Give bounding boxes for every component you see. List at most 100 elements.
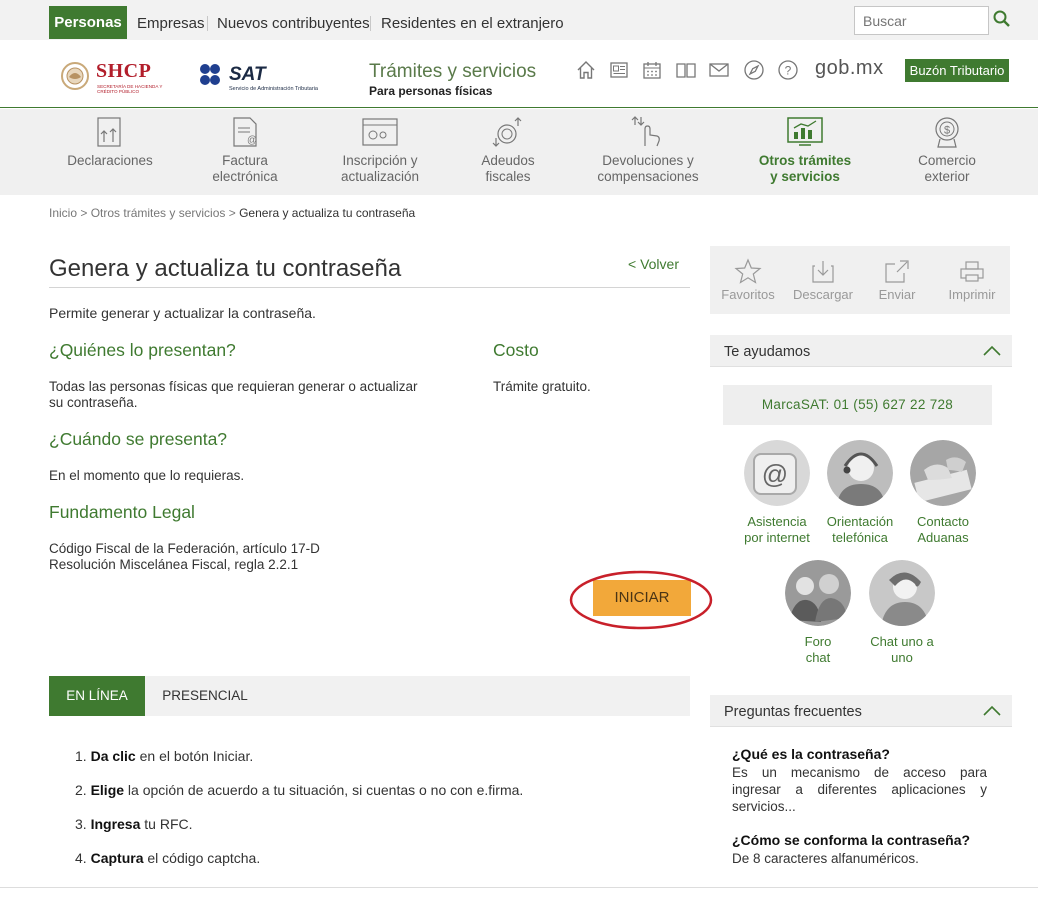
step-text: la opción de acuerdo a tu situación, si … [124,782,524,798]
step-item: 1. Da clic en el botón Iniciar. [75,748,523,782]
chat-uno-a-uno-link[interactable]: Chat uno a uno [858,560,946,666]
shcp-emblem-icon[interactable] [60,60,90,92]
nav-inscripcion[interactable]: Inscripción y actualización [328,109,432,195]
section-subtitle: Para personas físicas [369,84,493,98]
help-label: Aduanas [917,530,969,545]
step-item: 4. Captura el código captcha. [75,850,523,884]
descargar-button[interactable]: Descargar [792,258,854,302]
nav-comercio-exterior[interactable]: $ Comercio exterior [897,109,997,195]
step-item: 3. Ingresa tu RFC. [75,816,523,850]
page-title: Genera y actualiza tu contraseña [49,255,402,282]
descargar-label: Descargar [793,287,853,302]
print-icon [960,261,984,282]
contacto-aduanas-link[interactable]: Contacto Aduanas [900,440,986,546]
chevron-up-icon[interactable] [982,344,1002,358]
gobmx-link[interactable]: gob.mx [815,57,884,80]
top-bar: Personas Empresas Nuevos contribuyentes … [0,0,1038,40]
nav-devoluciones[interactable]: Devoluciones y compensaciones [588,109,708,195]
actions-toolbar: Favoritos Descargar Enviar Imprimir [710,246,1010,314]
mail-icon[interactable] [708,59,730,81]
quienes-line: Todas las personas físicas que requieran… [49,379,418,394]
breadcrumb-inicio[interactable]: Inicio [49,206,77,220]
shcp-logo-text[interactable]: SHCP [96,60,151,83]
nav-label: electrónica [212,169,278,184]
description: Permite generar y actualizar la contrase… [49,305,316,321]
step-number: 1. [75,748,87,764]
residentes-extranjero-link[interactable]: Residentes en el extranjero [381,15,564,32]
favoritos-label: Favoritos [721,287,775,302]
help-icon[interactable]: ? [777,59,799,81]
quienes-text: Todas las personas físicas que requieran… [49,379,417,411]
step-text: en el botón Iniciar. [135,748,254,764]
nav-label: Devoluciones y [602,153,694,168]
faq-answer: De 8 caracteres alfanuméricos. [732,851,919,866]
step-text: el código captcha. [143,850,261,866]
asistencia-internet-link[interactable]: @ Asistencia por internet [732,440,822,546]
share-icon [885,260,909,283]
tab-bar: EN LÍNEA PRESENCIAL [49,676,690,716]
breadcrumb: Inicio > Otros trámites y servicios > Ge… [49,206,415,220]
typing-hands-icon [910,440,976,506]
sat-logo-icon[interactable] [198,62,228,92]
step-action: Da clic [90,748,136,764]
help-label: por internet [744,530,810,545]
nav-label: Adeudos [481,153,535,168]
search-input[interactable] [854,6,989,35]
cuando-heading: ¿Cuándo se presenta? [49,429,228,449]
empresas-link[interactable]: Empresas [137,15,205,32]
breadcrumb-otros[interactable]: Otros trámites y servicios [91,206,226,220]
nav-factura-electronica[interactable]: @ Factura electrónica [195,109,295,195]
buzon-tributario-button[interactable]: Buzón Tributario [905,59,1009,82]
chevron-up-icon[interactable] [982,704,1002,718]
quienes-line: su contraseña. [49,395,138,410]
orientacion-telefonica-link[interactable]: Orientación telefónica [816,440,904,546]
favoritos-button[interactable]: Favoritos [720,258,776,302]
nav-label: Factura [222,153,268,168]
quienes-heading: ¿Quiénes lo presentan? [49,340,236,360]
nav-otros-tramites[interactable]: Otros trámites y servicios [746,109,864,195]
volver-link[interactable]: < Volver [628,256,679,272]
step-action: Elige [90,782,125,798]
refunds-hand-icon [631,116,660,147]
imprimir-button[interactable]: Imprimir [942,258,1002,302]
help-label: Foro [804,634,832,649]
help-label: chat [805,650,831,665]
te-ayudamos-title: Te ayudamos [724,344,811,360]
nav-label: exterior [924,169,970,184]
site-header: SHCP SECRETARÍA DE HACIENDA Y CRÉDITO PÚ… [0,40,1038,108]
invoice-icon: @ [233,117,257,147]
steps-list: 1. Da clic en el botón Iniciar. 2. Elige… [75,748,523,884]
highlight-circle-annotation [569,570,713,630]
foro-chat-link[interactable]: Foro chat [774,560,862,666]
tab-en-linea[interactable]: EN LÍNEA [49,676,145,716]
svg-text:@: @ [762,459,788,489]
calendar-icon[interactable] [641,59,663,81]
step-number: 4. [75,850,87,866]
download-icon [812,261,834,283]
nav-declaraciones[interactable]: Declaraciones [60,109,160,195]
newspaper-icon[interactable] [608,59,630,81]
te-ayudamos-header[interactable]: Te ayudamos [710,335,1012,367]
home-icon[interactable] [575,59,597,81]
sat-logo-text[interactable]: SAT [229,64,266,86]
preguntas-frecuentes-header[interactable]: Preguntas frecuentes [710,695,1012,727]
nuevos-contribuyentes-link[interactable]: Nuevos contribuyentes [217,15,370,32]
marcasat-phone[interactable]: MarcaSAT: 01 (55) 627 22 728 [723,385,992,425]
fundamento-line: Código Fiscal de la Federación, artículo… [49,541,320,556]
chat-person-icon [869,560,935,626]
nav-label: actualización [340,169,420,184]
nav-adeudos-fiscales[interactable]: Adeudos fiscales [463,109,553,195]
faq-question[interactable]: ¿Cómo se conforma la contraseña? [732,832,970,848]
help-label: telefónica [832,530,888,545]
tab-presencial[interactable]: PRESENCIAL [159,676,251,716]
book-icon[interactable] [675,59,697,81]
help-label: Asistencia [747,514,807,529]
enviar-button[interactable]: Enviar [873,258,921,302]
preguntas-frecuentes-title: Preguntas frecuentes [724,704,862,720]
personas-tab[interactable]: Personas [49,6,127,39]
compass-icon[interactable] [743,59,765,81]
fundamento-heading: Fundamento Legal [49,502,195,522]
search-icon[interactable] [992,9,1012,29]
faq-question[interactable]: ¿Qué es la contraseña? [732,746,890,762]
breadcrumb-current: Genera y actualiza tu contraseña [239,206,416,220]
